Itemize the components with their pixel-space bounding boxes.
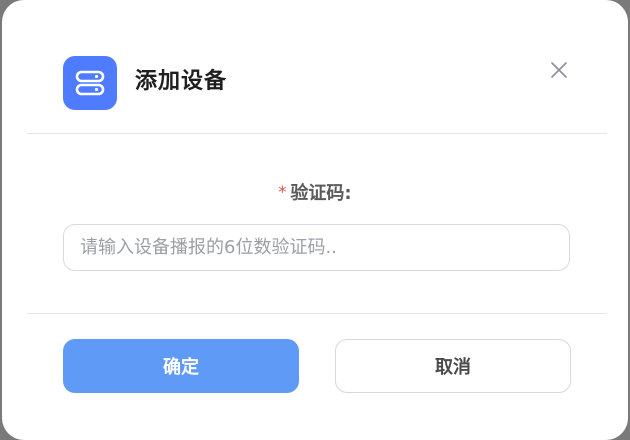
dialog-header: 添加设备 [2,0,628,134]
server-icon [63,56,117,110]
cancel-button[interactable]: 取消 [335,339,571,393]
confirm-button[interactable]: 确定 [63,339,299,393]
close-icon[interactable] [547,58,571,82]
required-mark: * [278,182,287,201]
verification-code-input[interactable] [63,224,570,271]
verification-code-label: * 验证码: [2,178,628,208]
dialog-title: 添加设备 [135,69,228,94]
verification-code-label-text: 验证码: [290,183,352,204]
header-divider [27,133,607,134]
add-device-dialog: 添加设备 *验证码: 确定 取消 [2,0,628,440]
footer-divider [27,313,607,314]
